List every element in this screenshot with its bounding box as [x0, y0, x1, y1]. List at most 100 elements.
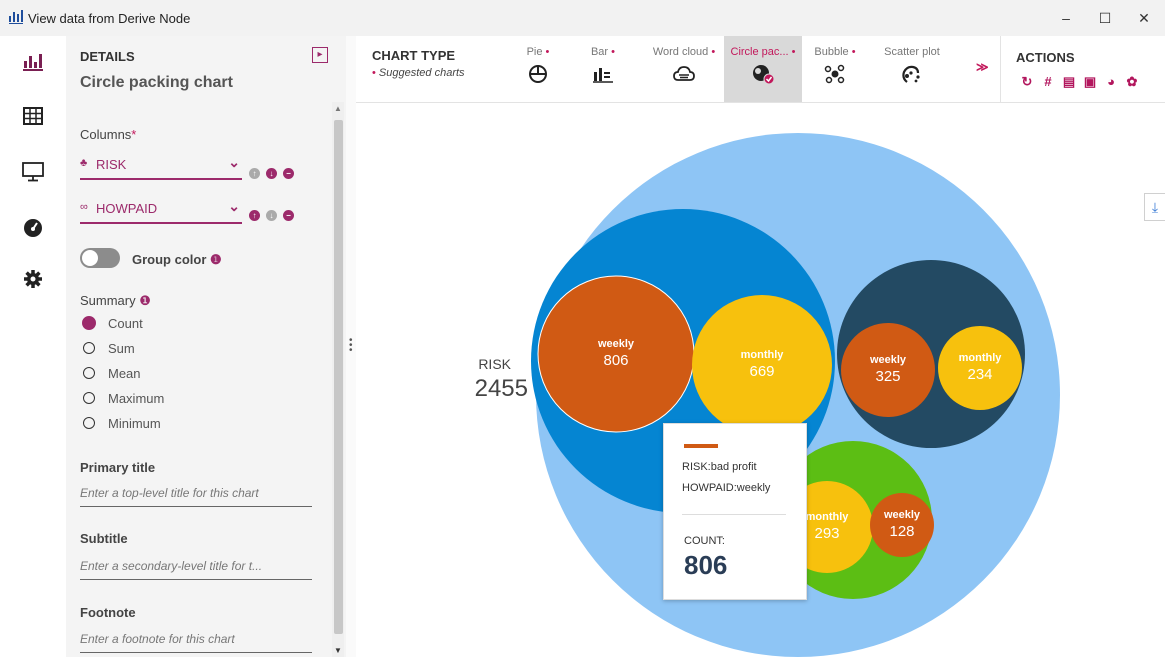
dashboard-icon[interactable]: ◕	[1104, 74, 1118, 90]
radio-sum[interactable]	[83, 342, 95, 354]
hash-icon[interactable]: #	[1041, 74, 1055, 90]
group-color-label: Group color ❶	[132, 252, 222, 267]
radio-label-maximum: Maximum	[108, 391, 165, 406]
chart-tooltip: RISK:bad profit HOWPAID:weekly COUNT: 80…	[663, 423, 807, 600]
dashboard-icon[interactable]	[19, 213, 47, 241]
panel-splitter[interactable]: • • •	[346, 36, 356, 657]
remove-icon[interactable]: −	[283, 210, 294, 221]
close-button[interactable]: ✕	[1124, 6, 1164, 30]
chart-type-title: Circle packing chart	[80, 74, 233, 91]
minimize-button[interactable]: –	[1046, 6, 1086, 30]
gear-icon[interactable]: ✿	[1125, 74, 1139, 90]
title-bar: View data from Derive Node – ☐ ✕	[0, 0, 1165, 36]
column-name: HOWPAID	[96, 201, 158, 216]
tab-scatter-plot[interactable]: Scatter plot	[876, 36, 948, 102]
move-up-icon[interactable]: ↑	[249, 168, 260, 179]
scroll-up-icon[interactable]: ▲	[334, 104, 342, 113]
bar-icon	[593, 68, 613, 83]
chevron-down-icon: ⌄	[228, 154, 240, 170]
radio-label-count: Count	[108, 316, 143, 331]
move-down-icon[interactable]: ↓	[266, 168, 277, 179]
toggle-knob	[82, 250, 98, 266]
info-icon[interactable]: ❶	[210, 252, 222, 267]
leaf-label-2-1: weekly	[883, 509, 921, 521]
leaf-value-2-0: 293	[814, 525, 839, 542]
column-select-howpaid[interactable]: ∞ HOWPAID ⌄	[80, 198, 242, 224]
tooltip-count-value: 806	[684, 550, 728, 580]
drag-handle-icon[interactable]: • • •	[349, 336, 353, 356]
radio-mean[interactable]	[83, 367, 95, 379]
leaf-label-1-1: monthly	[959, 352, 1003, 364]
primary-title-label: Primary title	[80, 460, 156, 475]
tooltip-count-label: COUNT:	[684, 535, 725, 547]
leaf-value-0-0: 806	[603, 352, 628, 369]
subtitle-input[interactable]: Enter a secondary-level title for t...	[80, 559, 312, 580]
leaf-label-0-0: weekly	[597, 338, 635, 350]
scroll-down-icon[interactable]: ▼	[334, 646, 342, 655]
tooltip-divider	[682, 514, 786, 515]
chart-icon[interactable]	[19, 48, 47, 76]
actions-toolbar: ↻ # ▤ ▣ ◕ ✿	[1020, 74, 1139, 90]
root-value: 2455	[475, 375, 528, 402]
tab-label: Word cloud •	[652, 46, 716, 58]
leaf-label-2-0: monthly	[806, 511, 850, 523]
primary-title-input[interactable]: Enter a top-level title for this chart	[80, 486, 312, 507]
suggested-charts-label: • Suggested charts	[372, 67, 465, 79]
more-charts-icon[interactable]: ≫	[976, 60, 989, 74]
tab-word-cloud[interactable]: Word cloud •	[646, 36, 722, 102]
root-label: RISK	[478, 356, 511, 372]
column-select-risk[interactable]: ♣ RISK ⌄	[80, 154, 242, 180]
footnote-label: Footnote	[80, 605, 136, 620]
details-header: DETAILS	[80, 49, 135, 64]
group-color-toggle[interactable]	[80, 248, 120, 268]
tab-pie[interactable]: Pie •	[514, 36, 562, 102]
tab-bubble[interactable]: Bubble •	[809, 36, 861, 102]
columns-label: Columns*	[80, 127, 137, 142]
cloud-icon	[673, 66, 695, 81]
category-icon: ♣	[80, 157, 88, 169]
radio-count[interactable]	[82, 316, 96, 330]
pie-icon	[529, 65, 547, 83]
move-up-icon[interactable]: ↑	[249, 210, 260, 221]
circle-packing-icon	[753, 65, 774, 84]
refresh-icon[interactable]: ↻	[1020, 74, 1034, 90]
leaf-label-0-1: monthly	[741, 349, 785, 361]
details-panel: DETAILS Circle packing chart ▸ Columns* …	[66, 36, 346, 657]
radio-maximum[interactable]	[83, 392, 95, 404]
window-title: View data from Derive Node	[28, 11, 191, 26]
leaf-value-1-1: 234	[967, 366, 992, 383]
tab-label: Circle pac... •	[730, 46, 796, 58]
leaf-value-0-1: 669	[749, 363, 774, 380]
chevron-down-icon: ⌄	[228, 198, 240, 214]
collapse-panel-icon[interactable]: ▸	[312, 47, 328, 63]
monitor-icon[interactable]	[19, 158, 47, 186]
radio-minimum[interactable]	[83, 417, 95, 429]
tooltip-line-2: HOWPAID:weekly	[682, 482, 771, 494]
radio-label-mean: Mean	[108, 366, 141, 381]
tab-label: Bar •	[590, 46, 616, 58]
download-icon[interactable]: ⤓	[1144, 193, 1165, 221]
summary-label: Summary ❶	[80, 293, 151, 308]
tab-bar[interactable]: Bar •	[578, 36, 628, 102]
table-icon[interactable]	[19, 102, 47, 130]
info-icon[interactable]: ❶	[139, 293, 151, 308]
move-down-icon[interactable]: ↓	[266, 210, 277, 221]
code-icon[interactable]: ▤	[1062, 74, 1076, 90]
chart-type-label: CHART TYPE	[372, 48, 456, 63]
chart-type-bar: CHART TYPE • Suggested charts Pie • Bar …	[356, 36, 1165, 103]
remove-icon[interactable]: −	[283, 168, 294, 179]
tooltip-color-swatch	[684, 444, 718, 448]
tab-label: Bubble •	[814, 46, 856, 58]
scatter-icon	[902, 65, 920, 83]
left-nav-rail	[0, 36, 67, 657]
settings-gear-icon[interactable]	[19, 265, 47, 293]
tab-circle-packing[interactable]: Circle pac... •	[724, 36, 802, 102]
chart-app-icon	[9, 10, 23, 24]
leaf-label-1-0: weekly	[869, 354, 907, 366]
footnote-input[interactable]: Enter a footnote for this chart	[80, 632, 312, 653]
scrollbar-thumb[interactable]	[334, 120, 343, 634]
tab-label: Scatter plot	[884, 46, 940, 58]
chart-canvas: RISK 2455 weekly 806 monthly 669 weekly 325 mont…	[356, 103, 1165, 657]
image-icon[interactable]: ▣	[1083, 74, 1097, 90]
maximize-button[interactable]: ☐	[1085, 6, 1125, 30]
